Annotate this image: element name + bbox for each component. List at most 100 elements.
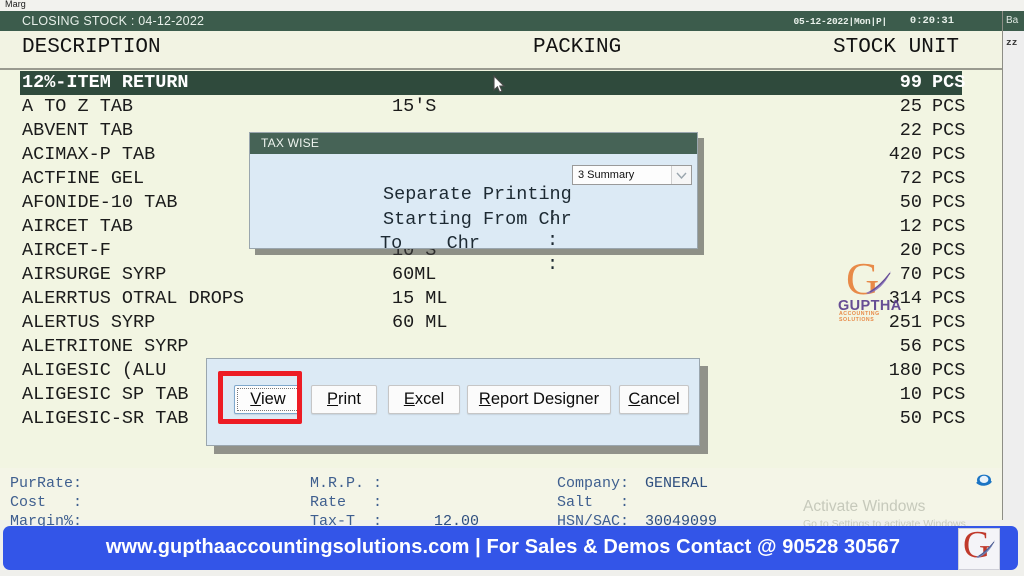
- row-unit: PCS: [932, 288, 966, 309]
- row-unit: PCS: [932, 144, 966, 165]
- to-chr-label: To Chr: [380, 233, 480, 254]
- separate-printing-value: 3 Summary: [578, 169, 635, 181]
- tax-wise-dialog-body: Separate Printing : 3 Summary Starting F…: [250, 154, 697, 275]
- row-packing: 60 ML: [392, 312, 448, 333]
- report-accel: R: [478, 390, 491, 408]
- to-chr-row: To Chr :: [272, 212, 692, 275]
- rate-label: Rate :: [310, 494, 383, 511]
- to-chr-colon: :: [547, 254, 559, 275]
- item-detail-panel: PurRate: Cost : Margin%: M.R.P. : Rate :…: [0, 468, 1002, 530]
- company-value: GENERAL: [645, 475, 709, 492]
- row-description: ALETRITONE SYRP: [22, 336, 189, 357]
- tax-wise-dialog-title: TAX WISE: [261, 136, 320, 150]
- row-description: AIRCET TAB: [22, 216, 134, 237]
- right-side-panel[interactable]: Ba zz: [1002, 11, 1024, 520]
- excel-label: xcel: [414, 390, 445, 408]
- row-unit: PCS: [932, 384, 966, 405]
- row-stock: 251: [888, 312, 922, 333]
- right-panel-header: Ba: [1003, 11, 1024, 31]
- row-description: ALERTUS SYRP: [22, 312, 156, 333]
- salt-label: Salt :: [557, 494, 630, 511]
- table-row[interactable]: 12%-ITEM RETURN 99 PCS: [20, 71, 965, 95]
- column-header-description: DESCRIPTION: [22, 36, 161, 59]
- table-row[interactable]: ALERRTUS OTRAL DROPS 15 ML 314 PCS: [0, 287, 1002, 311]
- row-stock: 50: [899, 408, 922, 429]
- row-stock: 22: [899, 120, 922, 141]
- row-description: ACIMAX-P TAB: [22, 144, 156, 165]
- row-description: AFONIDE-10 TAB: [22, 192, 178, 213]
- column-header-stock-unit: STOCK UNIT: [833, 36, 960, 59]
- row-stock: 12: [899, 216, 922, 237]
- row-stock: 20: [899, 240, 922, 261]
- promo-banner-text: www.gupthaaccountingsolutions.com | For …: [105, 536, 901, 558]
- tax-wise-dialog: TAX WISE Separate Printing : 3 Summary S…: [249, 132, 698, 275]
- cancel-button[interactable]: Cancel: [619, 385, 689, 414]
- row-stock: 72: [899, 168, 922, 189]
- print-label: rint: [338, 390, 361, 408]
- row-description: ALIGESIC (ALU: [22, 360, 167, 381]
- row-packing: 15'S: [392, 96, 437, 117]
- separate-printing-row: Separate Printing : 3 Summary: [272, 163, 692, 226]
- right-panel-header-label: Ba: [1006, 15, 1019, 26]
- print-accel: P: [327, 390, 339, 408]
- table-row[interactable]: A TO Z TAB 15'S 25 PCS: [0, 95, 1002, 119]
- row-packing: 15 ML: [392, 288, 448, 309]
- table-row[interactable]: ALETRITONE SYRP 56 PCS: [0, 335, 1002, 359]
- row-stock: 314: [888, 288, 922, 309]
- internet-explorer-icon[interactable]: [976, 472, 992, 493]
- cost-label: Cost :: [10, 494, 83, 511]
- starting-from-chr-row: Starting From Chr :: [272, 188, 692, 251]
- print-button[interactable]: Print: [311, 385, 377, 414]
- row-description: ALERRTUS OTRAL DROPS: [22, 288, 245, 309]
- cancel-label: ancel: [640, 390, 680, 408]
- row-stock: 25: [899, 96, 922, 117]
- tax-wise-dialog-title-bar[interactable]: TAX WISE: [250, 133, 697, 154]
- row-stock: 56: [899, 336, 922, 357]
- header-clock: 0:20:31: [909, 15, 954, 27]
- column-header-row: DESCRIPTION PACKING STOCK UNIT: [0, 31, 1002, 70]
- excel-button[interactable]: Excel: [388, 385, 460, 414]
- row-stock: 420: [888, 144, 922, 165]
- screen-header-bar: CLOSING STOCK : 04-12-2022 05-12-2022|Mo…: [0, 11, 1002, 31]
- mrp-label: M.R.P. :: [310, 475, 383, 492]
- row-description: ABVENT TAB: [22, 120, 134, 141]
- report-label: eport Designer: [490, 390, 600, 408]
- table-row[interactable]: AIRSURGE SYRP 60ML 70 PCS: [0, 263, 1002, 287]
- header-date: 05-12-2022|Mon|P|: [793, 16, 887, 27]
- row-description: ALIGESIC-SR TAB: [22, 408, 189, 429]
- os-window-title: Marg: [5, 0, 26, 9]
- excel-accel: E: [403, 390, 415, 408]
- right-panel-text: zz: [1006, 37, 1018, 48]
- row-description: A TO Z TAB: [22, 96, 134, 117]
- row-unit: PCS: [932, 96, 966, 117]
- row-unit: PCS: [932, 216, 966, 237]
- row-stock: 50: [899, 192, 922, 213]
- row-stock: 180: [888, 360, 922, 381]
- marg-application-window: Marg CLOSING STOCK : 04-12-2022 05-12-20…: [0, 0, 1024, 576]
- table-row[interactable]: ALERTUS SYRP 60 ML 251 PCS: [0, 311, 1002, 335]
- row-stock: 10: [899, 384, 922, 405]
- row-stock: 99: [899, 72, 922, 93]
- pur-rate-label: PurRate:: [10, 475, 83, 492]
- row-unit: PCS: [932, 240, 966, 261]
- row-description: ALIGESIC SP TAB: [22, 384, 189, 405]
- row-unit: PCS: [932, 264, 966, 285]
- row-unit: PCS: [932, 336, 966, 357]
- row-description: ACTFINE GEL: [22, 168, 145, 189]
- chevron-down-icon[interactable]: [671, 166, 691, 184]
- row-stock: 70: [899, 264, 922, 285]
- row-description: AIRCET-F: [22, 240, 111, 261]
- row-packing: 60ML: [392, 264, 437, 285]
- row-unit: PCS: [932, 312, 966, 333]
- row-unit: PCS: [932, 360, 966, 381]
- cancel-accel: C: [628, 390, 641, 408]
- report-button[interactable]: Report Designer: [467, 385, 611, 414]
- row-description: AIRSURGE SYRP: [22, 264, 167, 285]
- separate-printing-dropdown[interactable]: 3 Summary: [572, 165, 692, 185]
- page-title: CLOSING STOCK : 04-12-2022: [22, 14, 205, 28]
- row-unit: PCS: [932, 192, 966, 213]
- row-unit: PCS: [932, 408, 966, 429]
- bottom-edge-strip: [0, 570, 1024, 576]
- guptha-banner-logo: G: [958, 525, 1000, 570]
- row-description: 12%-ITEM RETURN: [22, 72, 189, 93]
